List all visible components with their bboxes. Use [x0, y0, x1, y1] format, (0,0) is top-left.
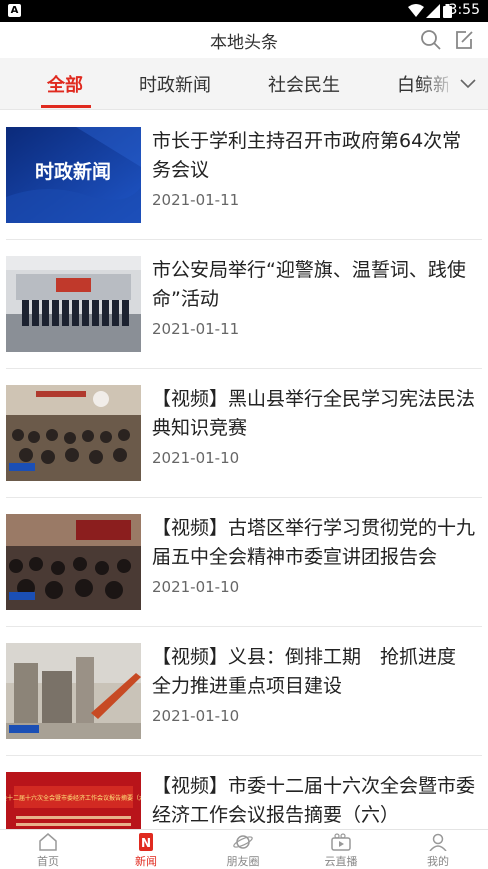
nav-home-label: 首页 [37, 855, 59, 868]
news-item[interactable]: 时政新闻 市长于学利主持召开市政府第64次常务会议 2021-01-11 [6, 111, 482, 240]
planet-icon [233, 835, 253, 849]
tab-livelihood[interactable]: 社会民生 [268, 71, 340, 97]
nav-mine[interactable]: 我的 [408, 830, 468, 868]
home-icon [39, 833, 57, 851]
news-item[interactable]: 【视频】黑山县举行全民学习宪法民法典知识竞赛 2021-01-10 [6, 369, 482, 498]
thumbnail-text: 时政新闻 [35, 160, 111, 183]
news-item[interactable]: 【视频】古塔区举行学习贯彻党的十九届五中全会精神市委宣讲团报告会 2021-01… [6, 498, 482, 627]
nav-news[interactable]: N 新闻 [116, 830, 176, 868]
svg-text:N: N [141, 836, 151, 850]
user-icon [429, 833, 447, 851]
category-tabs: 全部 时政新闻 社会民生 白鲸新 [0, 58, 488, 110]
status-bar: A 3:55 [0, 0, 488, 22]
news-date: 2021-01-10 [152, 578, 240, 596]
tab-all[interactable]: 全部 [47, 71, 83, 97]
news-title: 【视频】黑山县举行全民学习宪法民法典知识竞赛 [152, 388, 476, 439]
signal-icon [426, 4, 440, 18]
news-title: 市公安局举行“迎警旗、温誓词、践使命”活动 [152, 259, 466, 310]
news-title: 市长于学利主持召开市政府第64次常务会议 [152, 130, 462, 181]
news-list: 时政新闻 市长于学利主持召开市政府第64次常务会议 2021-01-11 市公安… [0, 111, 488, 829]
nav-friends[interactable]: 朋友圈 [213, 830, 273, 868]
tab-politics[interactable]: 时政新闻 [139, 71, 211, 97]
page-title: 本地头条 [210, 33, 278, 53]
wifi-icon [408, 4, 424, 17]
more-tabs-button[interactable] [448, 58, 488, 109]
search-icon[interactable] [419, 28, 443, 52]
news-title: 【视频】义县：倒排工期 抢抓进度 全力推进重点项目建设 [152, 646, 476, 697]
news-date: 2021-01-11 [152, 320, 240, 338]
news-thumbnail [6, 256, 141, 352]
news-title: 【视频】市委十二届十六次全会暨市委经济工作会议报告摘要（六） [152, 775, 476, 826]
thumbnail-banner-text: 市委十二届十六次全会暨市委经济工作会议报告摘要（六） [6, 794, 141, 802]
edit-icon[interactable] [452, 28, 476, 52]
title-bar: 本地头条 [0, 22, 488, 58]
news-thumbnail [6, 385, 141, 481]
news-title: 【视频】古塔区举行学习贯彻党的十九届五中全会精神市委宣讲团报告会 [152, 517, 476, 568]
active-tab-indicator [41, 105, 91, 108]
news-icon: N [139, 833, 153, 851]
nav-home[interactable]: 首页 [18, 830, 78, 868]
bottom-nav: 首页 N 新闻 朋友圈 云直播 我的 [0, 829, 488, 868]
nav-live[interactable]: 云直播 [311, 830, 371, 868]
news-date: 2021-01-11 [152, 191, 240, 209]
app-notification-icon: A [8, 4, 21, 17]
news-thumbnail: 时政新闻 [6, 127, 141, 223]
news-item[interactable]: 【视频】义县：倒排工期 抢抓进度 全力推进重点项目建设 2021-01-10 [6, 627, 482, 756]
clock: 3:55 [448, 2, 480, 18]
nav-mine-label: 我的 [427, 855, 449, 868]
news-thumbnail: 市委十二届十六次全会暨市委经济工作会议报告摘要（六） [6, 772, 141, 829]
news-date: 2021-01-10 [152, 449, 240, 467]
nav-news-label: 新闻 [135, 855, 157, 868]
news-thumbnail [6, 514, 141, 610]
news-date: 2021-01-10 [152, 707, 240, 725]
nav-friends-label: 朋友圈 [226, 855, 260, 868]
news-thumbnail [6, 643, 141, 739]
chevron-down-icon [460, 79, 476, 89]
nav-live-label: 云直播 [324, 855, 358, 868]
live-video-icon [331, 833, 351, 851]
news-item[interactable]: 市委十二届十六次全会暨市委经济工作会议报告摘要（六） 【视频】市委十二届十六次全… [6, 756, 482, 829]
news-item[interactable]: 市公安局举行“迎警旗、温誓词、践使命”活动 2021-01-11 [6, 240, 482, 369]
